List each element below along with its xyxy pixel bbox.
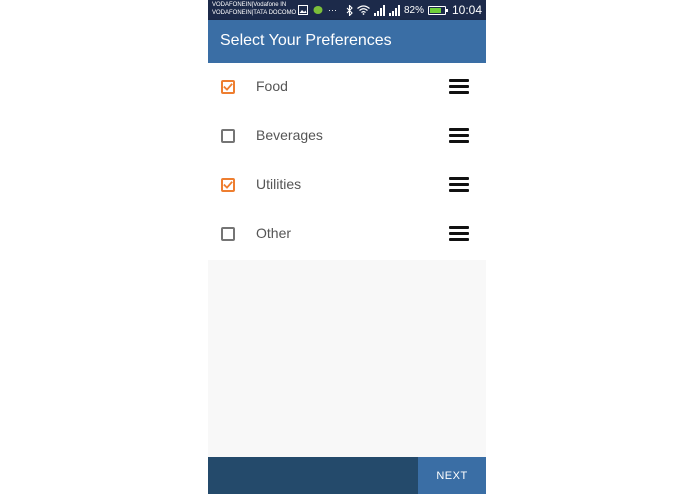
- status-bar: VODAFONEIN|Vodafone IN VODAFONEIN|TATA D…: [208, 0, 486, 20]
- drag-handle-bar: [449, 140, 469, 143]
- system-icons: 82% 10:04: [346, 2, 482, 18]
- next-button[interactable]: NEXT: [418, 457, 486, 494]
- preference-checkbox[interactable]: [221, 129, 235, 143]
- carrier-line-2: VODAFONEIN|TATA DOCOMO: [212, 10, 297, 16]
- drag-handle-bar: [449, 79, 469, 82]
- overflow-indicator: ···: [328, 5, 337, 15]
- checkmark-icon: [223, 83, 233, 91]
- drag-handle-icon[interactable]: [449, 226, 469, 242]
- wifi-icon: [357, 5, 370, 15]
- drag-handle-icon[interactable]: [449, 177, 469, 193]
- carrier-line-1: VODAFONEIN|Vodafone IN: [212, 2, 287, 8]
- preference-label: Utilities: [256, 176, 302, 192]
- preference-item[interactable]: Beverages: [208, 112, 486, 161]
- bottom-bar: NEXT: [208, 457, 486, 494]
- battery-icon: [427, 5, 448, 15]
- drag-handle-bar: [449, 128, 469, 131]
- drag-handle-icon[interactable]: [449, 128, 469, 144]
- phone-screen: VODAFONEIN|Vodafone IN VODAFONEIN|TATA D…: [208, 0, 486, 494]
- preference-checkbox[interactable]: [221, 80, 235, 94]
- preference-checkbox[interactable]: [221, 227, 235, 241]
- checkmark-icon: [223, 181, 233, 189]
- bluetooth-icon: [346, 4, 353, 16]
- preference-item[interactable]: Utilities: [208, 161, 486, 210]
- drag-handle-bar: [449, 238, 469, 241]
- drag-handle-bar: [449, 183, 469, 186]
- signal-icon: [373, 4, 385, 16]
- carrier-info: VODAFONEIN|Vodafone IN VODAFONEIN|TATA D…: [212, 1, 296, 17]
- drag-handle-icon[interactable]: [449, 79, 469, 95]
- preference-label: Other: [256, 225, 292, 241]
- page-title: Select Your Preferences: [220, 32, 392, 49]
- preference-label: Beverages: [256, 127, 323, 143]
- image-icon: [298, 5, 308, 15]
- drag-handle-bar: [449, 226, 469, 229]
- drag-handle-bar: [449, 189, 469, 192]
- battery-percent: 82%: [403, 4, 424, 16]
- android-icon: [313, 6, 323, 14]
- preferences-list: Food Beverages Utilities Other: [208, 63, 486, 260]
- drag-handle-bar: [449, 177, 469, 180]
- drag-handle-bar: [449, 85, 469, 88]
- preference-item[interactable]: Other: [208, 210, 486, 259]
- preference-label: Food: [256, 78, 288, 94]
- battery-level-fill: [429, 7, 442, 13]
- preference-item[interactable]: Food: [208, 63, 486, 112]
- preference-checkbox[interactable]: [221, 178, 235, 192]
- notification-icons: ···: [298, 3, 337, 17]
- drag-handle-bar: [449, 91, 469, 94]
- signal-icon: [388, 4, 400, 16]
- clock: 10:04: [451, 3, 482, 17]
- drag-handle-bar: [449, 232, 469, 235]
- app-toolbar: Select Your Preferences: [208, 20, 486, 63]
- drag-handle-bar: [449, 134, 469, 137]
